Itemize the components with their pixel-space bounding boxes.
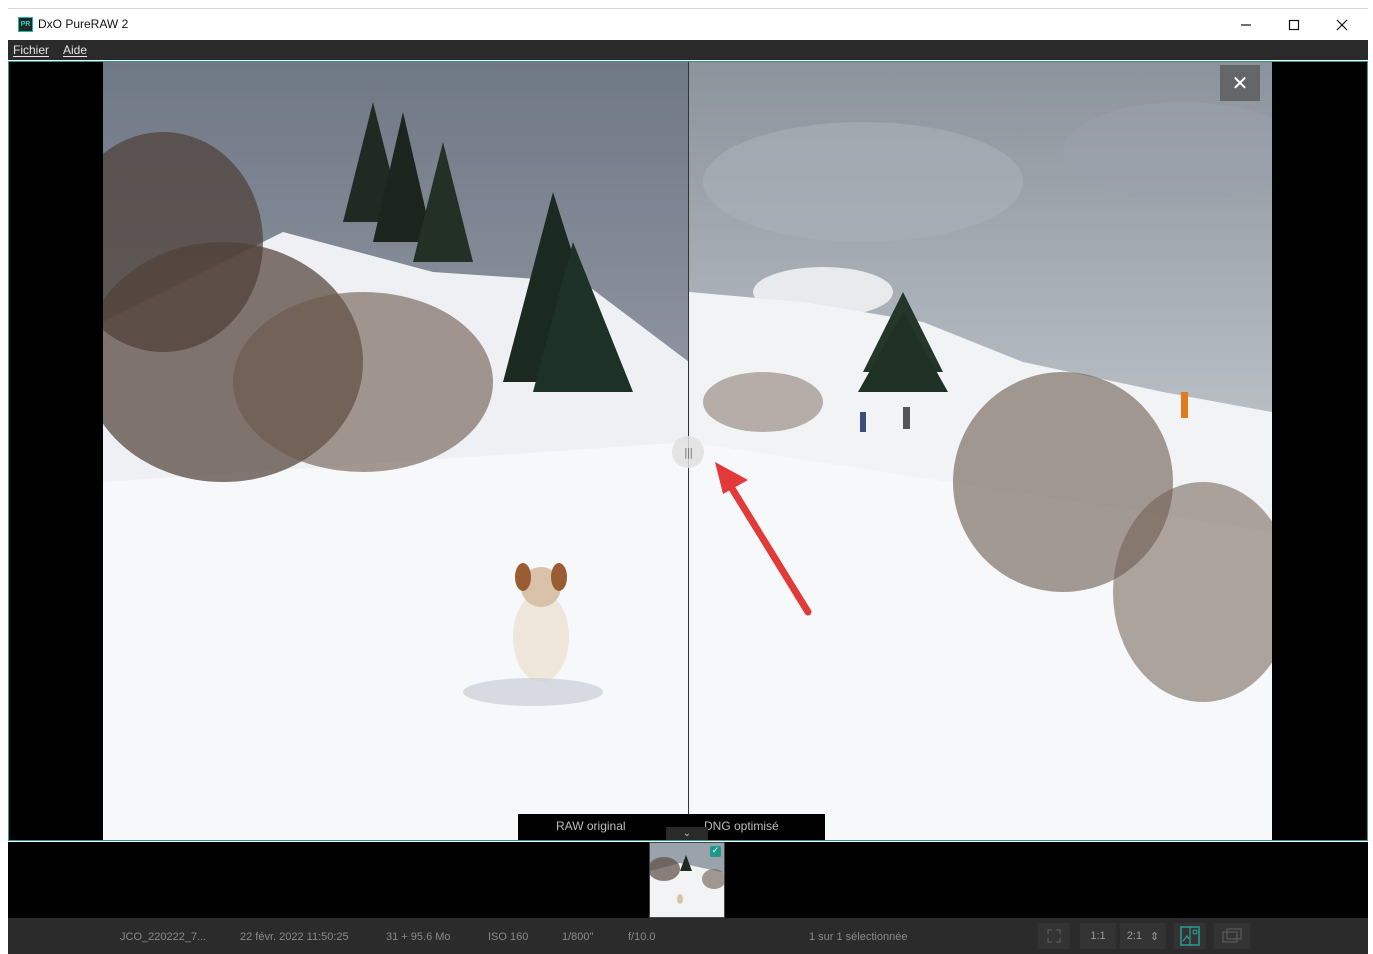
status-shutter: 1/800": [562, 931, 594, 943]
dng-optimized-label: DNG optimisé: [704, 819, 779, 833]
minimize-button[interactable]: [1223, 9, 1269, 40]
collapse-filmstrip-button[interactable]: ⌄: [666, 827, 708, 840]
close-icon: [1336, 19, 1348, 30]
menu-item-aide[interactable]: Aide: [63, 43, 87, 57]
status-bar: JCO_220222_7... 22 févr. 2022 11:50:25 3…: [8, 918, 1368, 954]
filmstrip: ✓: [8, 842, 1368, 918]
title-bar: PR DxO PureRAW 2: [8, 8, 1368, 40]
raw-original-label: RAW original: [556, 819, 626, 833]
zoom-1-1-button[interactable]: 1:1: [1080, 923, 1116, 949]
status-selection: 1 sur 1 sélectionnée: [809, 931, 908, 943]
close-icon: ✕: [1231, 71, 1249, 95]
minimize-icon: [1241, 23, 1251, 26]
maximize-button[interactable]: [1271, 9, 1317, 40]
menu-bar: Fichier Aide: [8, 40, 1368, 60]
fit-screen-button[interactable]: [1038, 923, 1070, 949]
thumbnail[interactable]: ✓: [649, 842, 725, 918]
maximize-icon: [1288, 19, 1300, 30]
split-handle[interactable]: |||: [672, 436, 704, 468]
single-view-icon: [1222, 928, 1242, 943]
chevron-down-icon: ⌄: [682, 828, 692, 839]
app-window: PR DxO PureRAW 2 Fichier Aide ||| ✕ RAW …: [0, 0, 1373, 954]
window-title: DxO PureRAW 2: [38, 17, 129, 31]
status-date: 22 févr. 2022 11:50:25: [240, 931, 349, 943]
status-iso: ISO 160: [488, 931, 529, 943]
compare-view-icon: [1180, 926, 1200, 946]
comparison-viewer[interactable]: ||| ✕ RAW original DNG optimisé ⌄: [8, 61, 1368, 841]
close-viewer-button[interactable]: ✕: [1220, 65, 1260, 101]
close-window-button[interactable]: [1319, 9, 1365, 40]
menu-item-fichier[interactable]: Fichier: [13, 43, 49, 57]
status-filename: JCO_220222_7...: [120, 931, 207, 943]
fit-screen-icon: [1047, 929, 1061, 943]
status-aperture: f/10.0: [628, 931, 656, 943]
compare-view-button[interactable]: [1174, 923, 1206, 949]
zoom-2-1-select[interactable]: 2:1 ⇕: [1120, 923, 1166, 949]
stepper-icon: ⇕: [1150, 930, 1160, 943]
zoom-2-1-label: 2:1: [1126, 930, 1143, 942]
zoom-1-1-label: 1:1: [1090, 930, 1106, 942]
app-logo-icon: PR: [18, 17, 33, 32]
status-size: 31 + 95.6 Mo: [386, 931, 451, 943]
selected-check-icon: ✓: [710, 846, 721, 857]
single-view-button[interactable]: [1214, 923, 1250, 949]
drag-handle-icon: |||: [683, 445, 693, 459]
